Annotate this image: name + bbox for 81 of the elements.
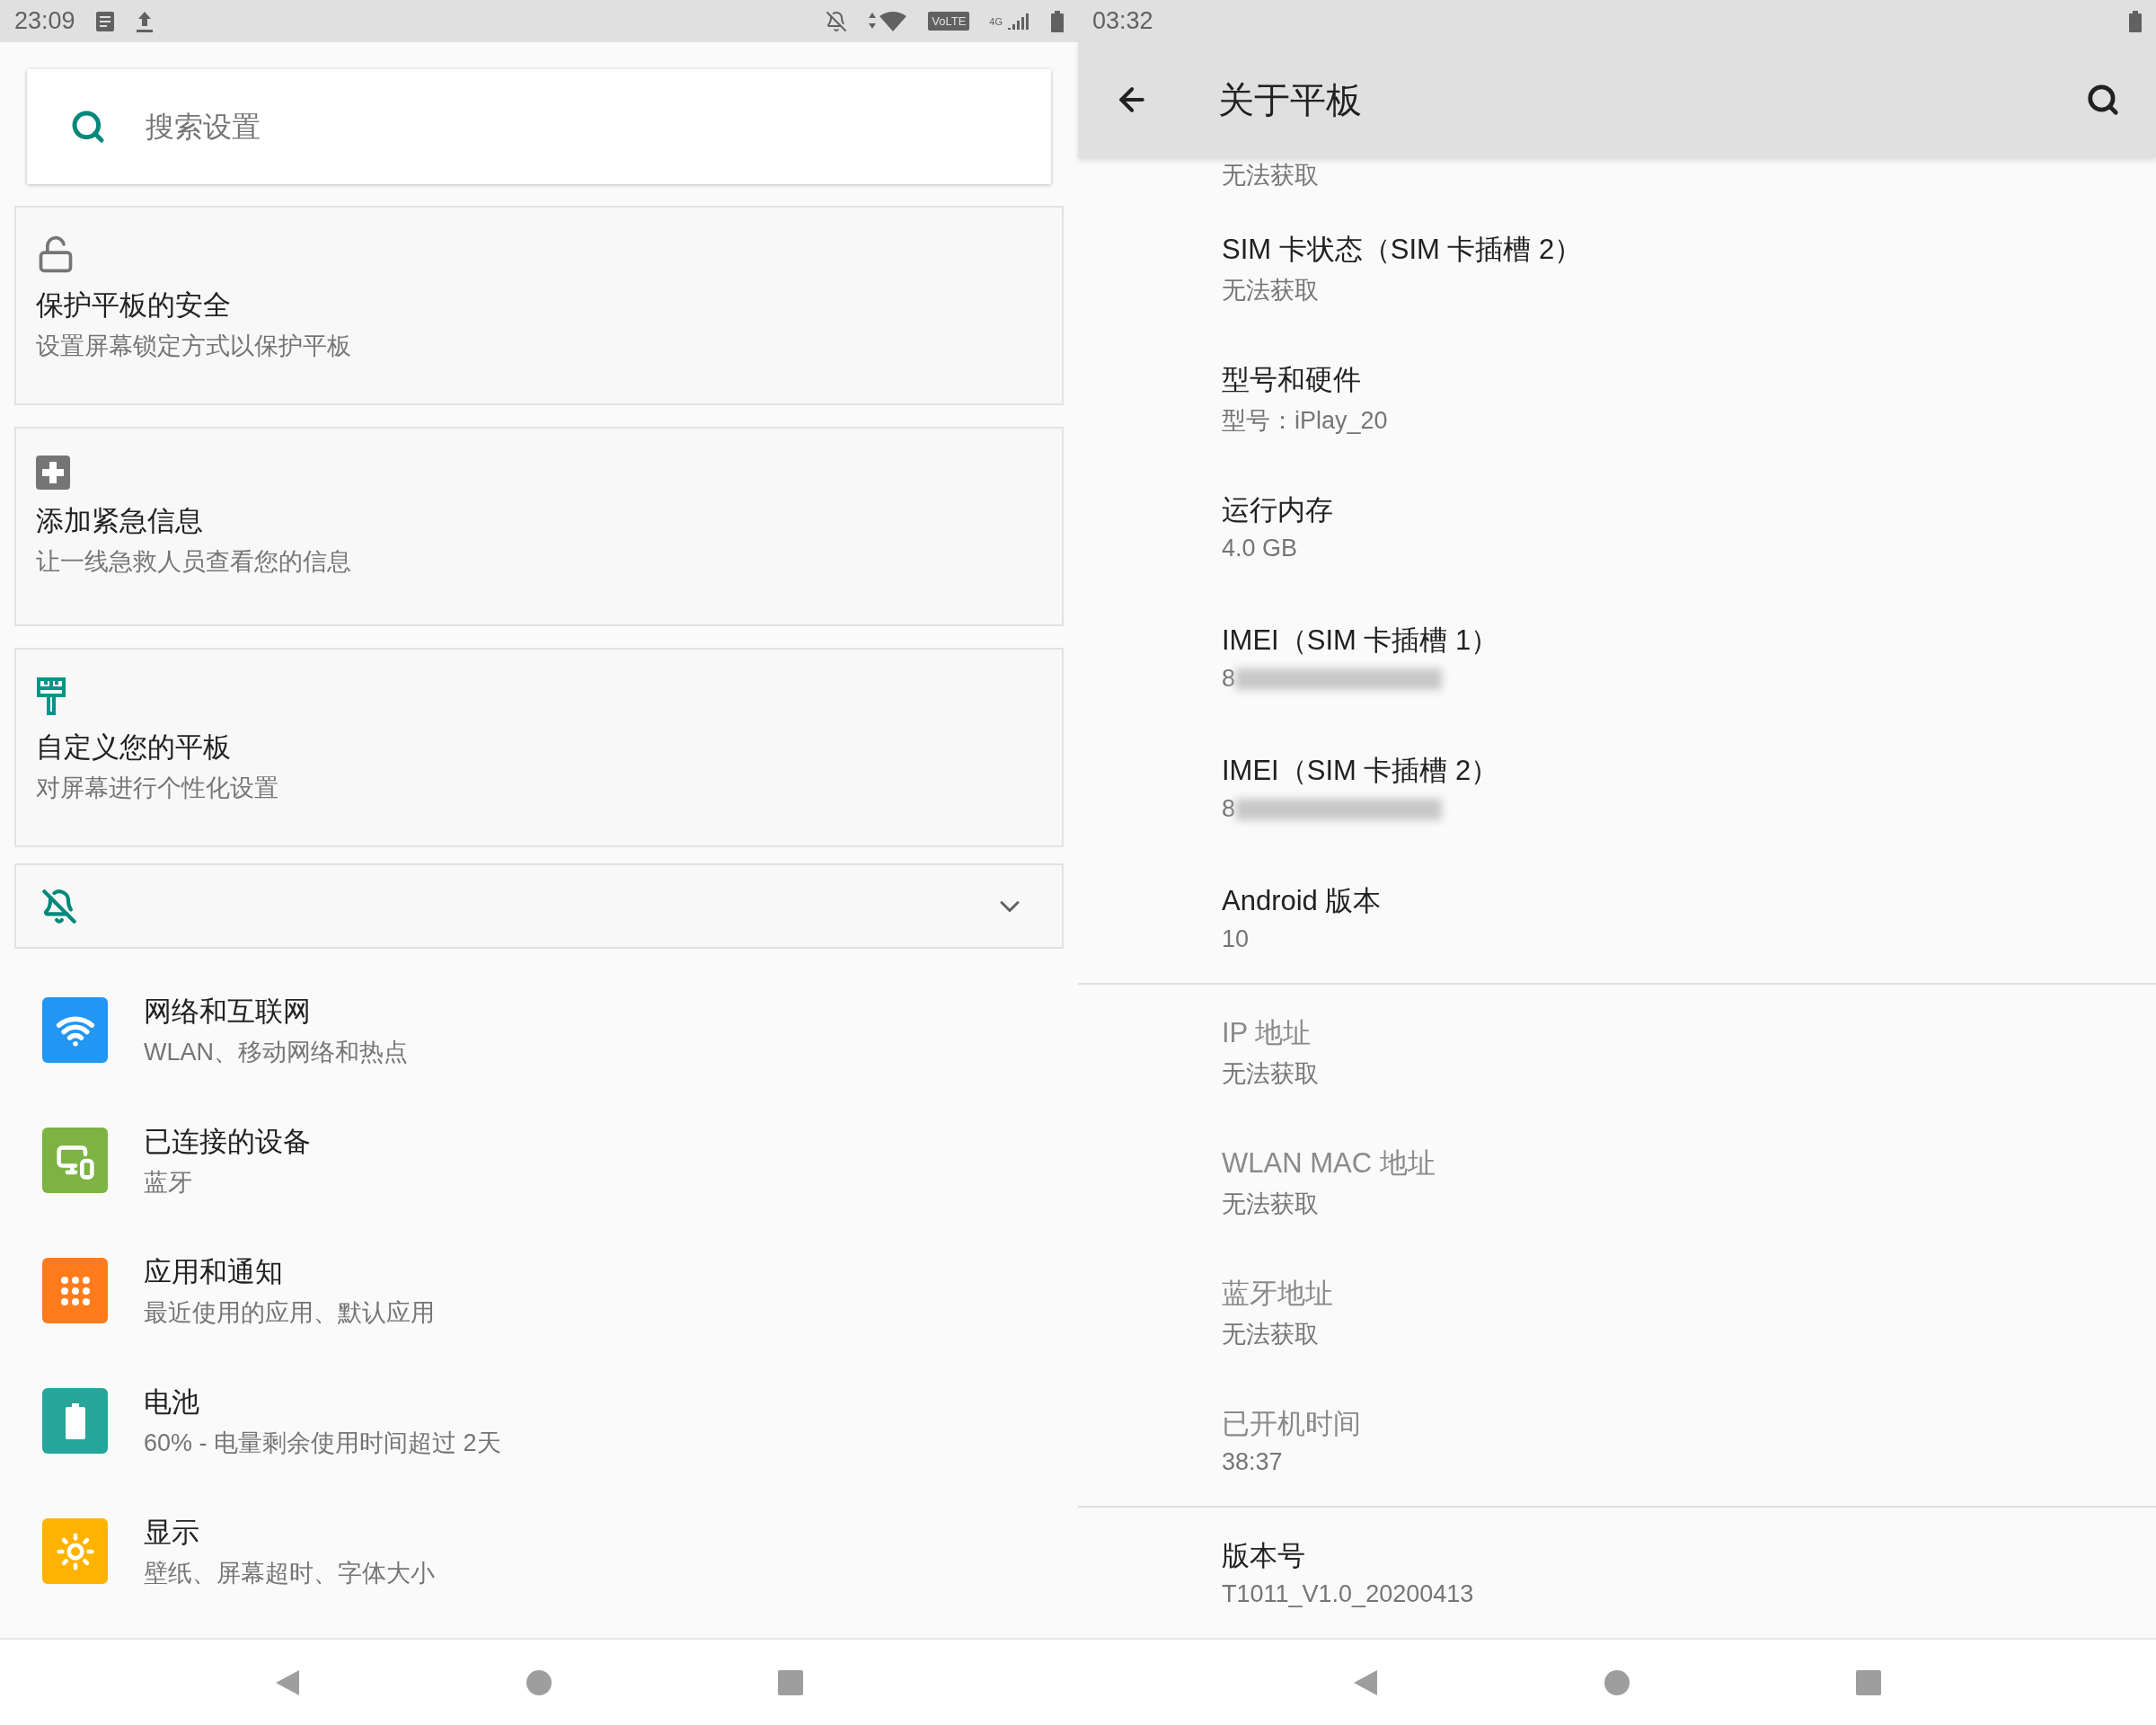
search-button[interactable] bbox=[2086, 83, 2120, 117]
item-summary: 38:37 bbox=[1222, 1448, 1283, 1477]
item-title: 已开机时间 bbox=[1222, 1407, 1362, 1442]
paint-brush-icon bbox=[36, 677, 66, 716]
item-summary: 8 bbox=[1222, 665, 1236, 694]
item-summary: 无法获取 bbox=[1222, 276, 1319, 306]
info-item[interactable]: SIM 卡状态（SIM 卡插槽 2） 无法获取 bbox=[1078, 201, 2156, 332]
search-field[interactable]: 搜索设置 bbox=[144, 109, 1008, 145]
item-title: WLAN MAC 地址 bbox=[1222, 1146, 1436, 1181]
card-summary: 对屏幕进行个性化设置 bbox=[36, 774, 279, 803]
bell-off-icon bbox=[41, 888, 77, 924]
battery-icon bbox=[1051, 10, 1064, 32]
item-summary: 无法获取 bbox=[1222, 1059, 1319, 1090]
wifi-signal-icon bbox=[867, 10, 909, 32]
item-title: 版本号 bbox=[1222, 1539, 1306, 1573]
item-summary: 型号：iPlay_20 bbox=[1222, 406, 1388, 437]
toolbar-title: 关于平板 bbox=[1218, 78, 1363, 121]
card-title: 保护平板的安全 bbox=[36, 288, 232, 323]
card-title: 自定义您的平板 bbox=[36, 730, 232, 765]
settings-item[interactable]: 已连接的设备 蓝牙 bbox=[0, 1095, 1078, 1225]
info-item[interactable]: IMEI（SIM 卡插槽 1） 8 bbox=[1078, 592, 2156, 723]
card-title: 添加紧急信息 bbox=[36, 504, 204, 538]
network-type: 4G bbox=[989, 15, 1003, 27]
item-title: IMEI（SIM 卡插槽 2） bbox=[1222, 754, 1500, 789]
search-bar[interactable]: 搜索设置 bbox=[27, 69, 1051, 184]
card-summary: 设置屏幕锁定方式以保护平板 bbox=[36, 332, 352, 361]
item-summary: WLAN、移动网络和热点 bbox=[144, 1037, 408, 1067]
app-grid-icon bbox=[59, 1275, 91, 1306]
status-time: 23:09 bbox=[14, 7, 75, 35]
item-summary: 10 bbox=[1222, 925, 1250, 954]
info-item[interactable]: 运行内存 4.0 GB bbox=[1078, 462, 2156, 593]
item-summary: 无法获取 bbox=[1222, 161, 1320, 190]
search-icon bbox=[70, 109, 106, 145]
medical-cross-icon bbox=[36, 456, 70, 490]
back-button[interactable] bbox=[1352, 1668, 1379, 1697]
item-title: IMEI（SIM 卡插槽 1） bbox=[1222, 624, 1500, 659]
item-summary: T1011_V1.0_20200413 bbox=[1222, 1580, 1474, 1608]
recents-button[interactable] bbox=[1855, 1668, 1882, 1696]
item-title: 已连接的设备 bbox=[144, 1124, 311, 1159]
bell-off-icon bbox=[826, 10, 848, 32]
info-item[interactable]: 版本号 T1011_V1.0_20200413 bbox=[1078, 1508, 2156, 1638]
suggestion-card[interactable]: 添加紧急信息 让一线急救人员查看您的信息 bbox=[14, 427, 1064, 626]
suggestion-card[interactable]: 自定义您的平板 对屏幕进行个性化设置 bbox=[14, 648, 1064, 847]
battery-icon bbox=[65, 1402, 85, 1439]
info-item[interactable]: Android 版本 10 bbox=[1078, 853, 2156, 984]
status-time: 03:32 bbox=[1092, 7, 1153, 35]
settings-item[interactable]: 网络和互联网 WLAN、移动网络和热点 bbox=[0, 965, 1078, 1095]
item-summary: 蓝牙 bbox=[144, 1167, 193, 1198]
suggestion-card[interactable]: 保护平板的安全 设置屏幕锁定方式以保护平板 bbox=[14, 206, 1064, 405]
item-title: 网络和互联网 bbox=[144, 994, 312, 1029]
item-title: IP 地址 bbox=[1222, 1016, 1312, 1051]
item-title: 蓝牙地址 bbox=[1222, 1277, 1334, 1312]
item-title: 显示 bbox=[144, 1515, 200, 1550]
recents-button[interactable] bbox=[777, 1668, 804, 1696]
item-title: 运行内存 bbox=[1222, 493, 1334, 528]
settings-item[interactable]: 应用和通知 最近使用的应用、默认应用 bbox=[0, 1225, 1078, 1356]
item-summary: 最近使用的应用、默认应用 bbox=[144, 1297, 435, 1328]
item-title: Android 版本 bbox=[1222, 884, 1383, 919]
item-summary: 4.0 GB bbox=[1222, 535, 1298, 563]
settings-item[interactable]: 显示 壁纸、屏幕超时、字体大小 bbox=[0, 1486, 1078, 1616]
item-summary: 60% - 电量剩余使用时间超过 2天 bbox=[144, 1428, 501, 1458]
back-button[interactable] bbox=[274, 1668, 301, 1697]
item-title: 型号和硬件 bbox=[1222, 363, 1362, 398]
battery-icon bbox=[2129, 10, 2142, 32]
home-button[interactable] bbox=[526, 1668, 552, 1696]
cell-signal-icon bbox=[1008, 11, 1031, 31]
item-summary: 无法获取 bbox=[1222, 1320, 1319, 1350]
info-item[interactable]: 型号和硬件 型号：iPlay_20 bbox=[1078, 332, 2156, 463]
home-button[interactable] bbox=[1604, 1668, 1630, 1696]
info-item[interactable]: IMEI（SIM 卡插槽 2） 8 bbox=[1078, 722, 2156, 854]
document-icon bbox=[94, 10, 115, 32]
item-summary: 8 bbox=[1222, 795, 1236, 824]
item-title: 应用和通知 bbox=[144, 1254, 284, 1289]
item-summary: 无法获取 bbox=[1222, 1190, 1319, 1220]
card-summary: 让一线急救人员查看您的信息 bbox=[36, 547, 352, 577]
item-title: SIM 卡状态（SIM 卡插槽 2） bbox=[1222, 233, 1584, 268]
item-title: 电池 bbox=[144, 1384, 200, 1420]
volte-indicator: VoLTE bbox=[928, 12, 970, 31]
brightness-icon bbox=[55, 1531, 95, 1571]
item-summary: 壁纸、屏幕超时、字体大小 bbox=[144, 1558, 435, 1588]
settings-item[interactable]: 电池 60% - 电量剩余使用时间超过 2天 bbox=[0, 1356, 1078, 1486]
